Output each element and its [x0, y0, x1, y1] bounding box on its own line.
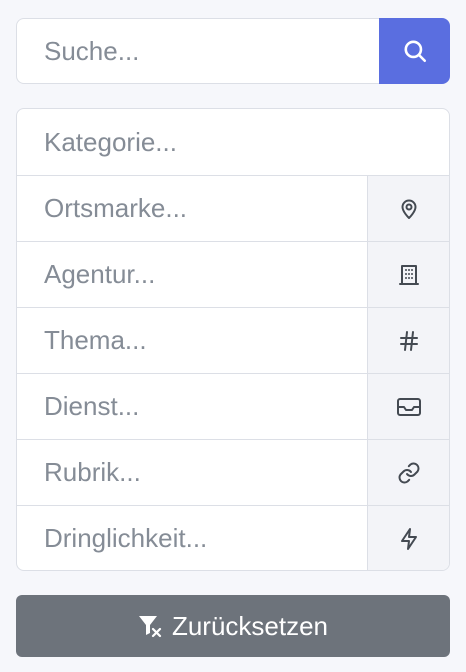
rubrik-addon [367, 440, 449, 505]
search-group [16, 18, 450, 84]
agentur-select[interactable]: Agentur... [17, 242, 367, 307]
ortsmarke-addon [367, 176, 449, 241]
filter-panel: Kategorie... Ortsmarke... Agentur... The… [16, 108, 450, 571]
filter-sidebar: Kategorie... Ortsmarke... Agentur... [0, 0, 466, 672]
search-button[interactable] [379, 18, 450, 84]
agentur-addon [367, 242, 449, 307]
hashtag-icon [399, 330, 418, 351]
filter-row-ortsmarke: Ortsmarke... [17, 175, 449, 241]
map-pin-icon [401, 199, 416, 219]
dienst-addon [367, 374, 449, 439]
category-select[interactable]: Kategorie... [17, 109, 449, 175]
filter-row-dienst: Dienst... [17, 373, 449, 439]
link-icon [398, 462, 419, 483]
search-input[interactable] [16, 18, 379, 84]
rubrik-select[interactable]: Rubrik... [17, 440, 367, 505]
thema-addon [367, 308, 449, 373]
thema-select[interactable]: Thema... [17, 308, 367, 373]
filter-row-rubrik: Rubrik... [17, 439, 449, 505]
filter-clear-icon [138, 614, 164, 638]
category-row: Kategorie... [17, 109, 449, 175]
ortsmarke-select[interactable]: Ortsmarke... [17, 176, 367, 241]
reset-button[interactable]: Zurücksetzen [16, 595, 450, 657]
dienst-select[interactable]: Dienst... [17, 374, 367, 439]
building-icon [398, 264, 419, 285]
filter-row-dringlichkeit: Dringlichkeit... [17, 505, 449, 570]
reset-label: Zurücksetzen [171, 610, 329, 641]
filter-row-agentur: Agentur... [17, 241, 449, 307]
dringlichkeit-select[interactable]: Dringlichkeit... [17, 506, 367, 570]
bolt-icon [400, 527, 417, 550]
dringlichkeit-addon [367, 506, 449, 570]
inbox-icon [396, 397, 421, 416]
search-icon [403, 40, 426, 63]
filter-row-thema: Thema... [17, 307, 449, 373]
